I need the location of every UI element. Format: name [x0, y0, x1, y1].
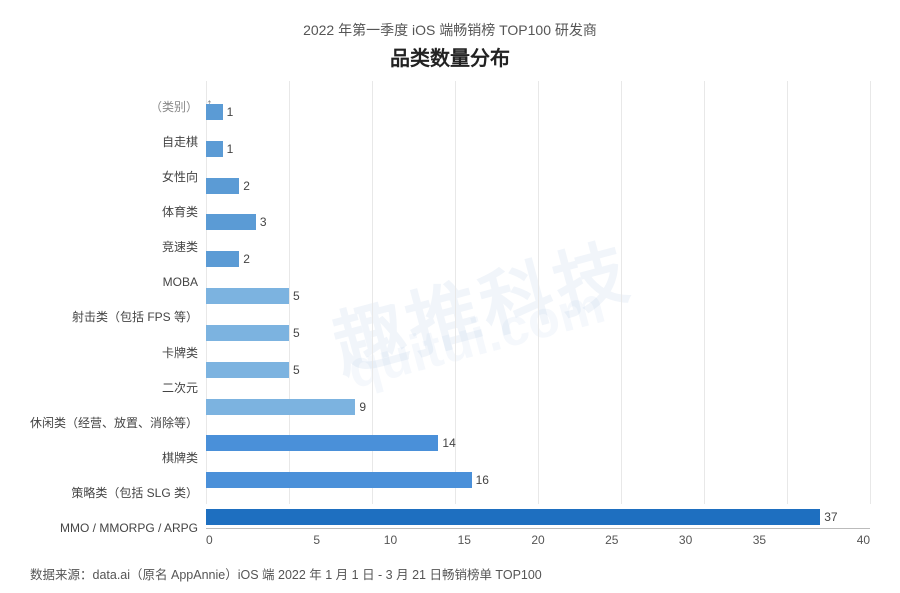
bar-value-label: 3	[260, 215, 267, 229]
bar	[206, 362, 289, 378]
bar-value-label: 9	[359, 400, 366, 414]
x-axis-tick: 15	[427, 533, 501, 547]
y-axis-label: 策略类（包括 SLG 类）	[71, 487, 198, 499]
x-axis-tick: 20	[501, 533, 575, 547]
bar-row: 1	[206, 138, 870, 160]
grid-line	[870, 81, 871, 504]
bar-value-label: 1	[227, 142, 234, 156]
y-axis-label: 体育类	[162, 206, 198, 218]
bar-value-label: 14	[442, 436, 455, 450]
x-axis-tick: 30	[649, 533, 723, 547]
x-axis-tick: 40	[796, 533, 870, 547]
y-axis: （类别） 自走棋女性向体育类竞速类 MOBA 射击类（包括 FPS 等） 卡牌类二次元休…	[30, 81, 206, 558]
bar	[206, 509, 820, 525]
x-axis: 0510152025303540	[206, 528, 870, 558]
bars-container: ↑112325559141637	[206, 81, 870, 528]
bar-value-label: 2	[243, 179, 250, 193]
y-axis-label: 自走棋	[162, 136, 198, 148]
bar	[206, 472, 472, 488]
bar-value-label: 5	[293, 363, 300, 377]
x-axis-tick: 35	[722, 533, 796, 547]
bar-row: 5	[206, 322, 870, 344]
chart-title: 品类数量分布	[390, 42, 510, 71]
x-axis-ticks: 0510152025303540	[206, 533, 870, 547]
bar	[206, 399, 355, 415]
y-axis-label: 竞速类	[162, 241, 198, 253]
y-axis-label: 棋牌类	[162, 452, 198, 464]
bar-row: 37	[206, 506, 870, 528]
y-axis-label: MMO / MMORPG / ARPG	[60, 522, 198, 534]
y-axis-label: 卡牌类	[162, 347, 198, 359]
bar	[206, 288, 289, 304]
footer: 数据来源：data.ai（原名 AppAnnie）iOS 端 2022 年 1 …	[30, 564, 870, 583]
bar-row: 9	[206, 396, 870, 418]
bar-row: 5	[206, 285, 870, 307]
subtitle: 2022 年第一季度 iOS 端畅销榜 TOP100 研发商	[303, 20, 597, 40]
y-axis-label: MOBA	[163, 276, 198, 288]
bar-row: 2	[206, 175, 870, 197]
bar	[206, 435, 438, 451]
chart-area: （类别） 自走棋女性向体育类竞速类 MOBA 射击类（包括 FPS 等） 卡牌类二次元休…	[30, 81, 870, 558]
bar	[206, 141, 223, 157]
y-axis-top-label: （类别）	[150, 101, 198, 113]
bar-row: 5	[206, 359, 870, 381]
bar-value-label: 5	[293, 326, 300, 340]
y-axis-label: 二次元	[162, 382, 198, 394]
bar-value-label: 16	[476, 473, 489, 487]
bar-row: 16	[206, 469, 870, 491]
bar-row: 1	[206, 101, 870, 123]
bar-value-label: 5	[293, 289, 300, 303]
main-container: 趣推科技 quitui.com 2022 年第一季度 iOS 端畅销榜 TOP1…	[0, 0, 900, 593]
x-axis-tick: 25	[575, 533, 649, 547]
bar-row: 14	[206, 432, 870, 454]
bar-value-label: 1	[227, 105, 234, 119]
bar-value-label: 2	[243, 252, 250, 266]
bar-row: 3	[206, 211, 870, 233]
y-axis-label: 休闲类（经营、放置、消除等）	[30, 417, 198, 429]
x-axis-tick: 0	[206, 533, 280, 547]
bar	[206, 251, 239, 267]
bar	[206, 325, 289, 341]
y-axis-label: 射击类（包括 FPS 等）	[72, 311, 198, 323]
x-axis-line	[206, 528, 870, 529]
x-axis-tick: 5	[280, 533, 354, 547]
bar	[206, 104, 223, 120]
bar-row: 2	[206, 248, 870, 270]
bar	[206, 214, 256, 230]
y-axis-label: 女性向	[162, 171, 198, 183]
x-axis-tick: 10	[354, 533, 428, 547]
bar-value-label: 37	[824, 510, 837, 524]
bar	[206, 178, 239, 194]
chart-main: ↑112325559141637 0510152025303540	[206, 81, 870, 558]
